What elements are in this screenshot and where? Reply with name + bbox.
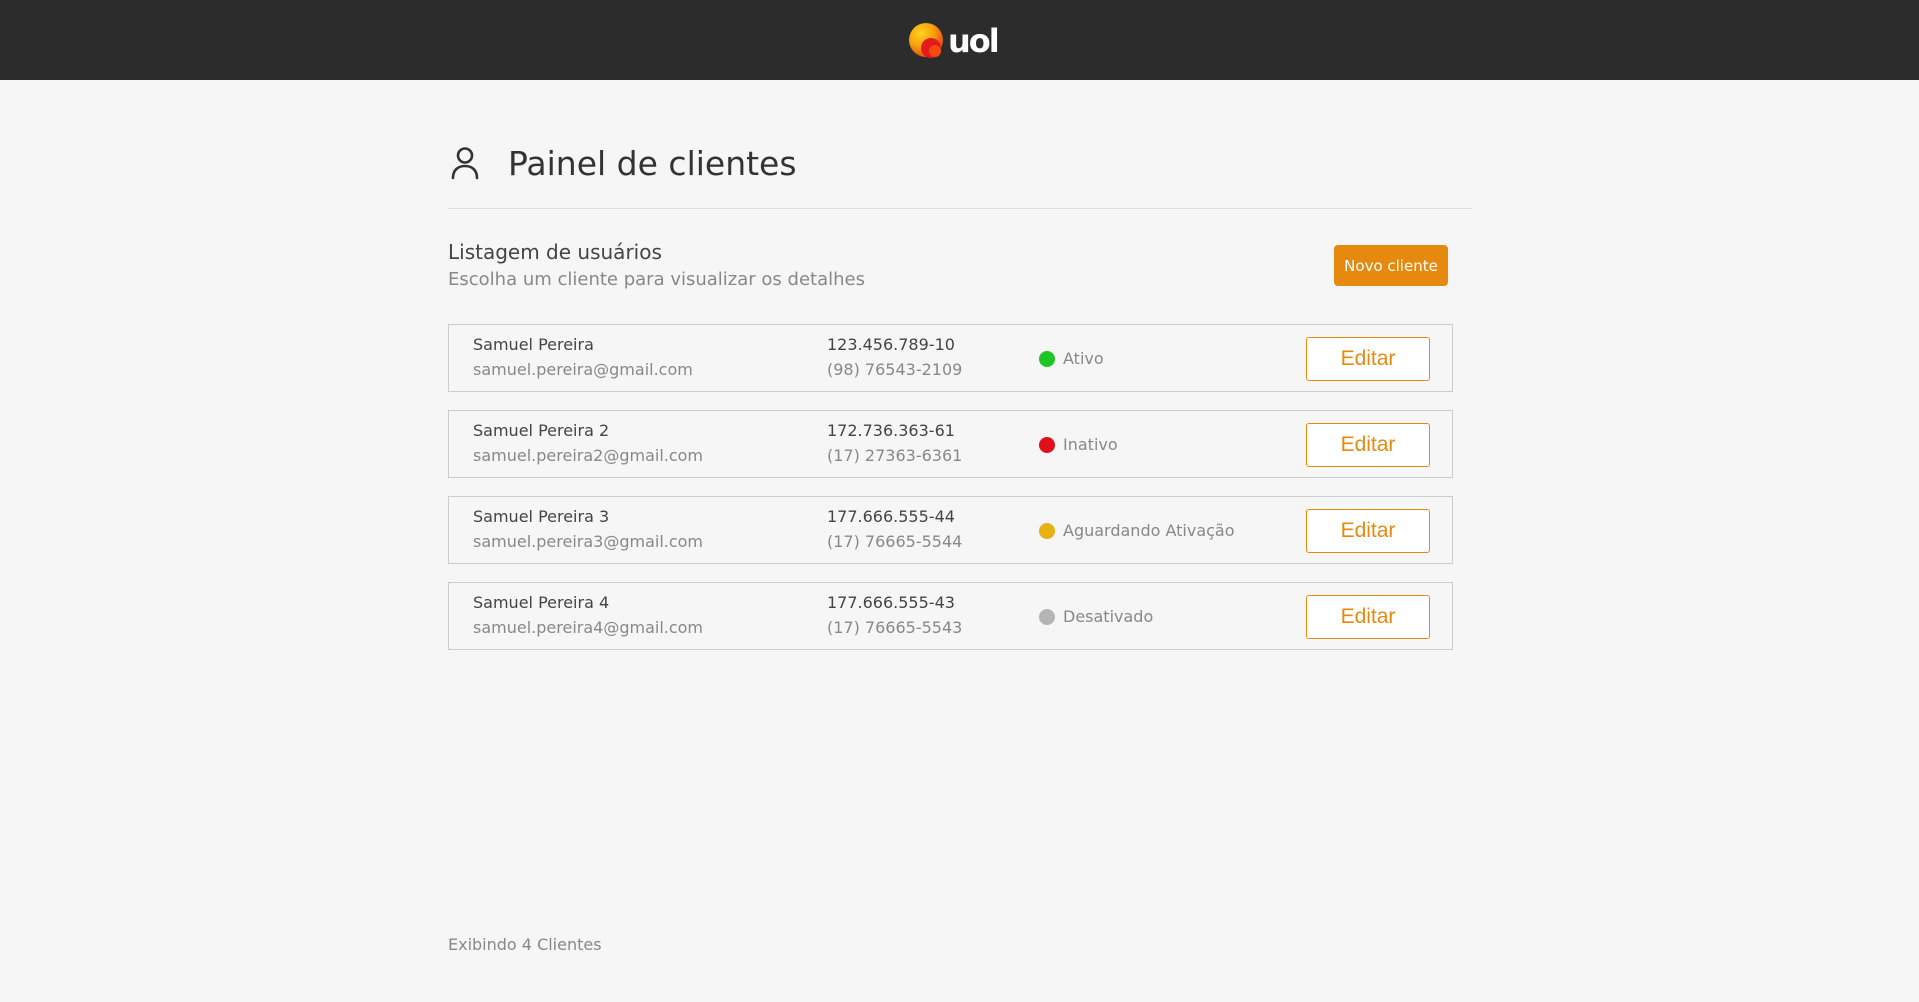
client-phone: (17) 76665-5544 <box>827 532 963 551</box>
page-title: Painel de clientes <box>508 144 797 183</box>
top-bar: uol <box>0 0 1919 80</box>
status-label: Ativo <box>1063 349 1104 368</box>
client-row[interactable]: Samuel Pereira samuel.pereira@gmail.com … <box>448 324 1453 392</box>
status-label: Desativado <box>1063 607 1154 626</box>
client-email: samuel.pereira3@gmail.com <box>473 532 704 551</box>
status-label: Inativo <box>1063 435 1118 454</box>
client-document: 177.666.555-44 <box>827 507 955 526</box>
edit-button[interactable]: Editar <box>1306 509 1430 553</box>
status-dot-icon <box>1039 437 1055 453</box>
client-row[interactable]: Samuel Pereira 4 samuel.pereira4@gmail.c… <box>448 582 1453 650</box>
main-content: Painel de clientes Listagem de usuários … <box>448 80 1472 1002</box>
page-header: Painel de clientes <box>448 142 1472 209</box>
status-dot-icon <box>1039 523 1055 539</box>
client-document: 123.456.789-10 <box>827 335 955 354</box>
client-phone: (17) 27363-6361 <box>827 446 963 465</box>
client-name: Samuel Pereira 2 <box>473 421 610 440</box>
client-name: Samuel Pereira <box>473 335 594 354</box>
client-phone: (17) 76665-5543 <box>827 618 963 637</box>
section-title: Listagem de usuários <box>448 240 662 264</box>
client-email: samuel.pereira2@gmail.com <box>473 446 704 465</box>
client-document: 172.736.363-61 <box>827 421 955 440</box>
section-subtitle: Escolha um cliente para visualizar os de… <box>448 269 865 290</box>
client-phone: (98) 76543-2109 <box>827 360 963 379</box>
client-email: samuel.pereira@gmail.com <box>473 360 693 379</box>
uol-logo[interactable]: uol <box>908 21 1012 59</box>
client-email: samuel.pereira4@gmail.com <box>473 618 704 637</box>
edit-button[interactable]: Editar <box>1306 595 1430 639</box>
svg-text:uol: uol <box>948 22 998 59</box>
edit-button[interactable]: Editar <box>1306 337 1430 381</box>
client-name: Samuel Pereira 3 <box>473 507 610 526</box>
edit-button[interactable]: Editar <box>1306 423 1430 467</box>
new-client-button[interactable]: Novo cliente <box>1334 245 1448 286</box>
client-count: Exibindo 4 Clientes <box>448 935 602 954</box>
client-row[interactable]: Samuel Pereira 3 samuel.pereira3@gmail.c… <box>448 496 1453 564</box>
user-icon <box>451 147 479 180</box>
status-label: Aguardando Ativação <box>1063 521 1235 540</box>
status-dot-icon <box>1039 609 1055 625</box>
client-name: Samuel Pereira 4 <box>473 593 610 612</box>
client-row[interactable]: Samuel Pereira 2 samuel.pereira2@gmail.c… <box>448 410 1453 478</box>
client-document: 177.666.555-43 <box>827 593 955 612</box>
status-dot-icon <box>1039 351 1055 367</box>
